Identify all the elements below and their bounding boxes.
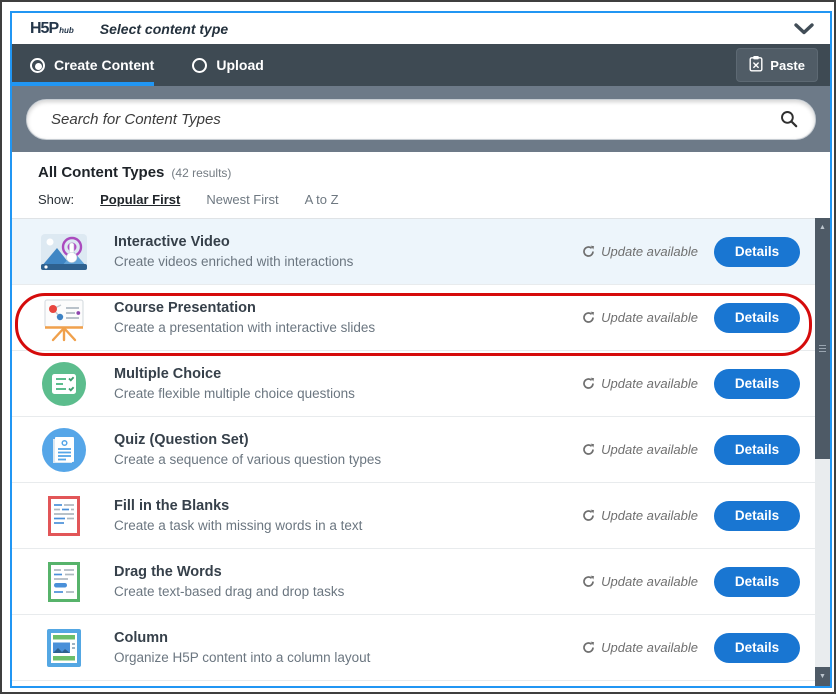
search-input[interactable]: [26, 99, 816, 140]
content-type-title: Fill in the Blanks: [114, 498, 362, 514]
refresh-icon: [582, 311, 595, 324]
content-type-list: Interactive Video Create videos enriched…: [12, 218, 830, 681]
refresh-icon: [582, 245, 595, 258]
results-header: All Content Types (42 results): [12, 152, 830, 181]
update-available-label: Update available: [582, 310, 698, 325]
tab-create-content-label: Create Content: [54, 57, 154, 73]
list-item-interactive-video[interactable]: Interactive Video Create videos enriched…: [12, 219, 830, 285]
refresh-icon: [582, 641, 595, 654]
active-tab-underline: [12, 82, 154, 86]
course-presentation-icon: [38, 292, 90, 344]
content-type-description: Create a sequence of various question ty…: [114, 452, 381, 467]
content-type-description: Create a task with missing words in a te…: [114, 518, 362, 533]
mode-toolbar: Create Content Upload Paste: [12, 44, 830, 86]
list-item-fill-in-the-blanks[interactable]: Fill in the Blanks Create a task with mi…: [12, 483, 830, 549]
scrollbar-grip-icon: [819, 345, 826, 346]
tab-create-content[interactable]: Create Content: [30, 57, 154, 73]
content-type-title: Course Presentation: [114, 300, 375, 316]
content-type-panel: H5P hub Select content type Create Conte…: [10, 11, 832, 688]
content-type-title: Multiple Choice: [114, 366, 355, 382]
refresh-icon: [582, 509, 595, 522]
interactive-video-icon: [38, 226, 90, 278]
paste-button-label: Paste: [770, 58, 805, 73]
radio-selected-icon: [30, 58, 45, 73]
update-available-label: Update available: [582, 244, 698, 259]
panel-title: Select content type: [100, 21, 228, 37]
details-button[interactable]: Details: [714, 501, 800, 531]
chevron-down-icon[interactable]: [794, 23, 814, 35]
update-available-label: Update available: [582, 640, 698, 655]
list-item-quiz-question-set[interactable]: Quiz (Question Set) Create a sequence of…: [12, 417, 830, 483]
search-icon[interactable]: [780, 110, 798, 133]
content-type-title: Column: [114, 630, 370, 646]
sort-a-to-z[interactable]: A to Z: [305, 192, 339, 207]
scrollbar: ▲ ▼: [815, 218, 830, 686]
list-item-drag-the-words[interactable]: Drag the Words Create text-based drag an…: [12, 549, 830, 615]
h5p-hub-dialog: H5P hub Select content type Create Conte…: [0, 0, 836, 694]
content-type-description: Create videos enriched with interactions: [114, 254, 353, 269]
column-icon: [38, 622, 90, 674]
content-type-title: Quiz (Question Set): [114, 432, 381, 448]
show-label: Show:: [38, 192, 74, 207]
clipboard-icon: [749, 55, 763, 75]
details-button[interactable]: Details: [714, 633, 800, 663]
tab-upload-label: Upload: [216, 57, 263, 73]
scrollbar-down-arrow-icon[interactable]: ▼: [815, 667, 830, 686]
content-type-title: Interactive Video: [114, 234, 353, 250]
details-button[interactable]: Details: [714, 567, 800, 597]
quiz-question-set-icon: [38, 424, 90, 476]
sort-popular-first[interactable]: Popular First: [100, 192, 180, 207]
details-button[interactable]: Details: [714, 369, 800, 399]
results-heading: All Content Types: [38, 164, 164, 181]
scrollbar-up-arrow-icon[interactable]: ▲: [815, 218, 830, 237]
content-type-description: Organize H5P content into a column layou…: [114, 650, 370, 665]
refresh-icon: [582, 443, 595, 456]
scrollbar-thumb[interactable]: [815, 237, 830, 459]
update-available-label: Update available: [582, 508, 698, 523]
hub-logo-sub: hub: [59, 26, 74, 35]
refresh-icon: [582, 377, 595, 390]
list-item-column[interactable]: Column Organize H5P content into a colum…: [12, 615, 830, 681]
paste-button[interactable]: Paste: [736, 48, 818, 82]
list-item-course-presentation[interactable]: Course Presentation Create a presentatio…: [12, 285, 830, 351]
results-count: (42 results): [171, 166, 231, 180]
content-type-description: Create a presentation with interactive s…: [114, 320, 375, 335]
list-item-multiple-choice[interactable]: Multiple Choice Create flexible multiple…: [12, 351, 830, 417]
update-available-label: Update available: [582, 574, 698, 589]
tab-upload[interactable]: Upload: [192, 57, 263, 73]
content-type-description: Create text-based drag and drop tasks: [114, 584, 344, 599]
details-button[interactable]: Details: [714, 237, 800, 267]
fill-in-the-blanks-icon: [38, 490, 90, 542]
update-available-label: Update available: [582, 442, 698, 457]
multiple-choice-icon: [38, 358, 90, 410]
details-button[interactable]: Details: [714, 435, 800, 465]
content-type-title: Drag the Words: [114, 564, 344, 580]
sort-row: Show: Popular First Newest First A to Z: [12, 181, 830, 218]
search-strip: [12, 86, 830, 152]
hub-header: H5P hub Select content type: [12, 13, 830, 44]
refresh-icon: [582, 575, 595, 588]
drag-the-words-icon: [38, 556, 90, 608]
h5p-logo-text: H5P: [30, 20, 58, 38]
content-type-description: Create flexible multiple choice question…: [114, 386, 355, 401]
update-available-label: Update available: [582, 376, 698, 391]
h5p-hub-logo: H5P hub: [30, 20, 74, 38]
details-button[interactable]: Details: [714, 303, 800, 333]
sort-newest-first[interactable]: Newest First: [206, 192, 278, 207]
radio-unselected-icon: [192, 58, 207, 73]
